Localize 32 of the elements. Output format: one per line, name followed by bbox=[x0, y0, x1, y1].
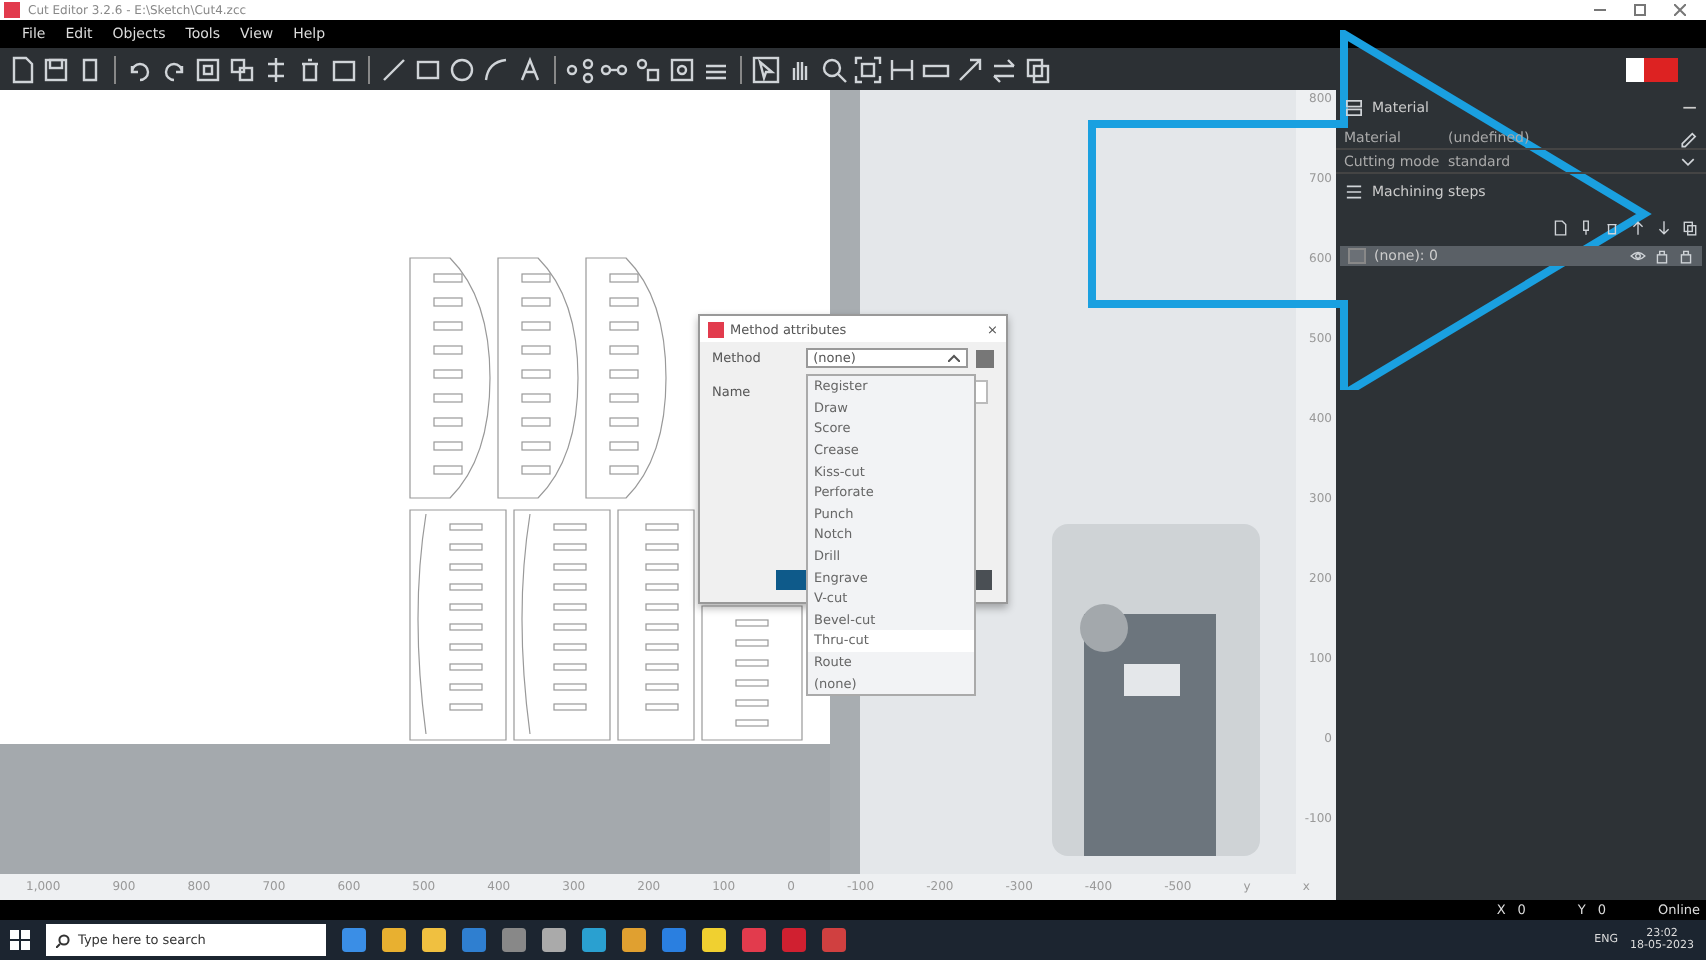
circle-icon[interactable] bbox=[448, 55, 476, 83]
search-icon bbox=[56, 933, 70, 947]
arrow-icon[interactable] bbox=[956, 55, 984, 83]
color-swatch[interactable] bbox=[976, 349, 994, 367]
copy-icon[interactable] bbox=[1024, 55, 1052, 83]
maximize-icon[interactable] bbox=[1634, 4, 1646, 16]
search-icon[interactable] bbox=[820, 55, 848, 83]
minimize-icon[interactable] bbox=[1594, 4, 1606, 16]
ok-button[interactable] bbox=[776, 570, 808, 590]
line-icon[interactable] bbox=[380, 55, 408, 83]
zoom-fit-icon[interactable] bbox=[854, 55, 882, 83]
app-logo-icon bbox=[708, 321, 724, 337]
group-icon[interactable] bbox=[228, 55, 256, 83]
frame-icon[interactable] bbox=[194, 55, 222, 83]
new-file-icon[interactable] bbox=[1552, 214, 1568, 242]
rectangle-icon[interactable] bbox=[414, 55, 442, 83]
caret-icon bbox=[948, 354, 961, 362]
app-logo-icon bbox=[4, 2, 20, 18]
arc-icon[interactable] bbox=[482, 55, 510, 83]
trash-icon[interactable] bbox=[296, 55, 324, 83]
collapse-button[interactable]: − bbox=[1681, 97, 1698, 119]
step-checkbox[interactable] bbox=[1348, 248, 1366, 264]
cursor-icon[interactable] bbox=[752, 55, 780, 83]
start-icon[interactable] bbox=[10, 930, 30, 950]
save-icon[interactable] bbox=[42, 55, 70, 83]
text-icon[interactable] bbox=[516, 55, 544, 83]
close-icon[interactable] bbox=[1674, 4, 1686, 16]
box-icon[interactable] bbox=[330, 55, 358, 83]
file-icon[interactable] bbox=[8, 55, 36, 83]
swap-icon[interactable] bbox=[990, 55, 1018, 83]
brand-logo-icon bbox=[1626, 57, 1678, 81]
align-icon[interactable] bbox=[262, 55, 290, 83]
